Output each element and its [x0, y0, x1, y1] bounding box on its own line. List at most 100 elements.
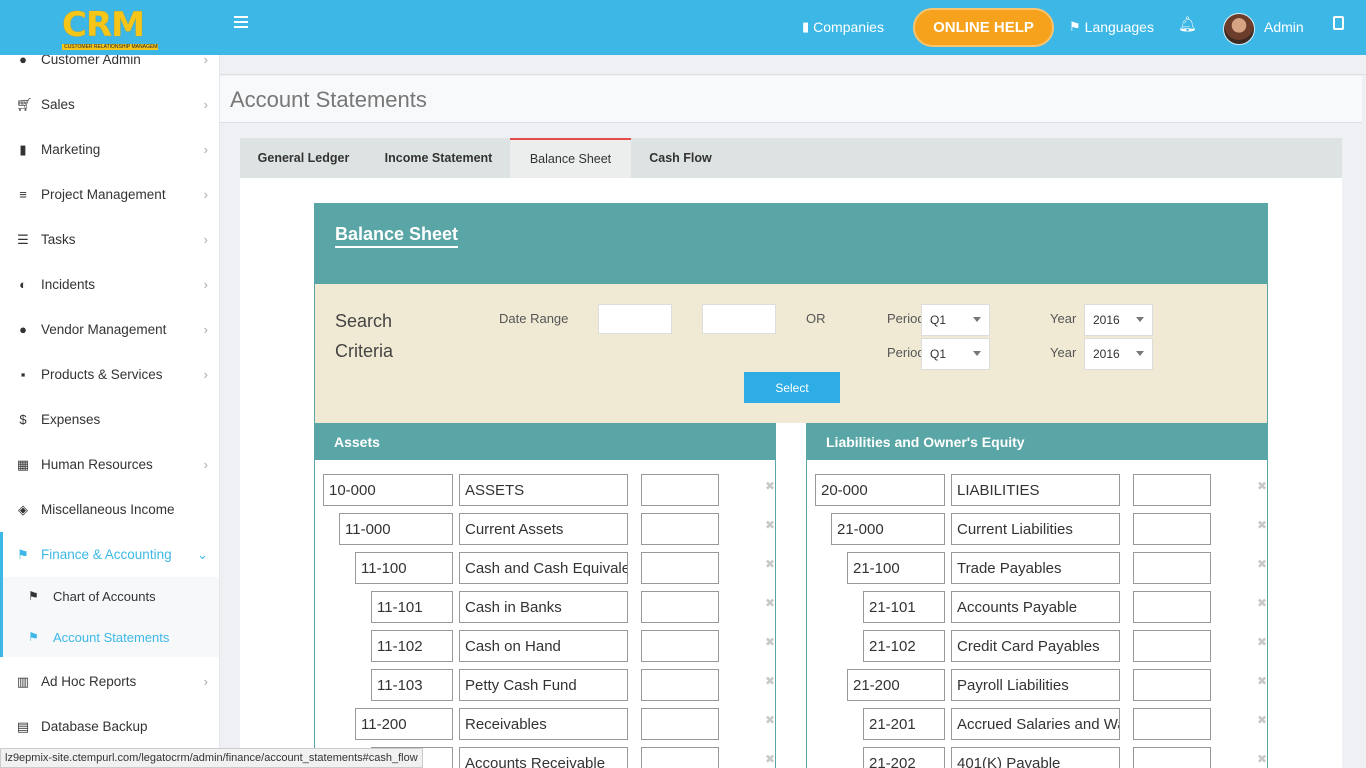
sidebar-item-miscellaneous-income[interactable]: ◈ Miscellaneous Income	[0, 487, 219, 532]
sidebar-item-customer-admin[interactable]: ● Customer Admin ›	[0, 55, 219, 82]
account-code-input[interactable]: 11-100	[355, 552, 453, 584]
select-button[interactable]: Select	[744, 372, 840, 403]
year-select-1[interactable]: 2016	[1084, 304, 1153, 336]
account-amount-input[interactable]	[641, 591, 719, 623]
bell-icon[interactable]: 🔔︎	[1178, 15, 1197, 33]
sidebar-item-marketing[interactable]: ▮ Marketing ›	[0, 127, 219, 172]
account-name-input[interactable]: Credit Card Payables	[951, 630, 1120, 662]
sidebar-item-tasks[interactable]: ☰ Tasks ›	[0, 217, 219, 262]
panel-toggle-icon[interactable]	[1333, 16, 1344, 30]
account-name-input[interactable]: Accounts Receivable	[459, 747, 628, 768]
remove-row-icon[interactable]: ✖	[765, 479, 775, 493]
account-amount-input[interactable]	[1133, 708, 1211, 740]
account-code-input[interactable]: 21-000	[831, 513, 945, 545]
logo[interactable]: CRM	[62, 8, 145, 42]
account-code-input[interactable]: 11-102	[371, 630, 453, 662]
account-code-input[interactable]: 20-000	[815, 474, 945, 506]
tab-general-ledger[interactable]: General Ledger	[240, 138, 367, 178]
account-amount-input[interactable]	[641, 747, 719, 768]
online-help-button[interactable]: ONLINE HELP	[913, 8, 1054, 47]
remove-row-icon[interactable]: ✖	[1257, 635, 1267, 649]
account-code-input[interactable]: 21-100	[847, 552, 945, 584]
account-name-input[interactable]: Payroll Liabilities	[951, 669, 1120, 701]
remove-row-icon[interactable]: ✖	[1257, 557, 1267, 571]
account-amount-input[interactable]	[1133, 474, 1211, 506]
sidebar-item-vendor-management[interactable]: ● Vendor Management ›	[0, 307, 219, 352]
sidebar-item-products-services[interactable]: ▪ Products & Services ›	[0, 352, 219, 397]
account-amount-input[interactable]	[1133, 513, 1211, 545]
account-amount-input[interactable]	[641, 708, 719, 740]
account-name-input[interactable]: ASSETS	[459, 474, 628, 506]
account-amount-input[interactable]	[1133, 747, 1211, 768]
account-code-input[interactable]: 21-201	[863, 708, 945, 740]
account-code-input[interactable]: 11-000	[339, 513, 453, 545]
account-code-input[interactable]: 21-202	[863, 747, 945, 768]
remove-row-icon[interactable]: ✖	[765, 752, 775, 766]
account-code-input[interactable]: 21-102	[863, 630, 945, 662]
account-amount-input[interactable]	[641, 669, 719, 701]
account-amount-input[interactable]	[641, 552, 719, 584]
account-code-input[interactable]: 11-200	[355, 708, 453, 740]
account-name-input[interactable]: Petty Cash Fund	[459, 669, 628, 701]
account-name-input[interactable]: Cash on Hand	[459, 630, 628, 662]
account-name-input[interactable]: Accrued Salaries and Wages	[951, 708, 1120, 740]
account-name-input[interactable]: Current Liabilities	[951, 513, 1120, 545]
menu-toggle-icon[interactable]	[234, 16, 248, 30]
account-name-input[interactable]: Cash in Banks	[459, 591, 628, 623]
account-amount-input[interactable]	[1133, 552, 1211, 584]
remove-row-icon[interactable]: ✖	[765, 635, 775, 649]
date-from-input[interactable]	[598, 304, 672, 334]
companies-link[interactable]: ▮ Companies	[802, 19, 884, 35]
account-name-input[interactable]: Receivables	[459, 708, 628, 740]
date-to-input[interactable]	[702, 304, 776, 334]
remove-row-icon[interactable]: ✖	[1257, 518, 1267, 532]
account-amount-input[interactable]	[1133, 630, 1211, 662]
tab-income-statement[interactable]: Income Statement	[367, 138, 510, 178]
sidebar-item-incidents[interactable]: ◐ Incidents ›	[0, 262, 219, 307]
remove-row-icon[interactable]: ✖	[1257, 596, 1267, 610]
remove-row-icon[interactable]: ✖	[1257, 674, 1267, 688]
account-code-input[interactable]: 21-200	[847, 669, 945, 701]
sidebar-item-label: Sales	[41, 97, 75, 112]
sidebar-item-project-management[interactable]: ≡ Project Management ›	[0, 172, 219, 217]
remove-row-icon[interactable]: ✖	[1257, 479, 1267, 493]
user-name[interactable]: Admin	[1264, 19, 1304, 35]
account-name-input[interactable]: Cash and Cash Equivalents	[459, 552, 628, 584]
account-amount-input[interactable]	[641, 513, 719, 545]
account-name-input[interactable]: Trade Payables	[951, 552, 1120, 584]
account-amount-input[interactable]	[1133, 669, 1211, 701]
languages-link[interactable]: ⚑ Languages	[1069, 19, 1154, 35]
sidebar-item-human-resources[interactable]: ▦ Human Resources ›	[0, 442, 219, 487]
account-amount-input[interactable]	[641, 474, 719, 506]
remove-row-icon[interactable]: ✖	[765, 596, 775, 610]
account-amount-input[interactable]	[641, 630, 719, 662]
account-code-input[interactable]: 11-103	[371, 669, 453, 701]
sidebar-item-label: Finance & Accounting	[41, 547, 172, 562]
year-select-2[interactable]: 2016	[1084, 338, 1153, 370]
account-name-input[interactable]: Accounts Payable	[951, 591, 1120, 623]
remove-row-icon[interactable]: ✖	[765, 713, 775, 727]
account-code-input[interactable]: 11-101	[371, 591, 453, 623]
sidebar-item-finance-accounting[interactable]: ⚑ Finance & Accounting ⌄	[0, 532, 219, 577]
logo-area[interactable]: CRM CUSTOMER RELATIONSHIP MANAGEMENT	[0, 0, 220, 55]
period-select-1[interactable]: Q1	[921, 304, 990, 336]
tab-cash-flow[interactable]: Cash Flow	[631, 138, 730, 178]
remove-row-icon[interactable]: ✖	[1257, 752, 1267, 766]
tab-balance-sheet[interactable]: Balance Sheet	[510, 138, 631, 178]
period-select-2[interactable]: Q1	[921, 338, 990, 370]
remove-row-icon[interactable]: ✖	[765, 674, 775, 688]
avatar[interactable]	[1223, 13, 1255, 45]
account-name-input[interactable]: LIABILITIES	[951, 474, 1120, 506]
remove-row-icon[interactable]: ✖	[765, 557, 775, 571]
account-name-input[interactable]: Current Assets	[459, 513, 628, 545]
sidebar-item-sales[interactable]: 🛒︎ Sales ›	[0, 82, 219, 127]
sidebar-item-ad-hoc-reports[interactable]: ▥ Ad Hoc Reports ›	[0, 659, 219, 704]
sidebar-item-expenses[interactable]: $ Expenses	[0, 397, 219, 442]
account-code-input[interactable]: 10-000	[323, 474, 453, 506]
remove-row-icon[interactable]: ✖	[765, 518, 775, 532]
account-amount-input[interactable]	[1133, 591, 1211, 623]
sidebar-item-database-backup[interactable]: ▤ Database Backup	[0, 704, 219, 749]
account-code-input[interactable]: 21-101	[863, 591, 945, 623]
account-name-input[interactable]: 401(K) Payable	[951, 747, 1120, 768]
remove-row-icon[interactable]: ✖	[1257, 713, 1267, 727]
